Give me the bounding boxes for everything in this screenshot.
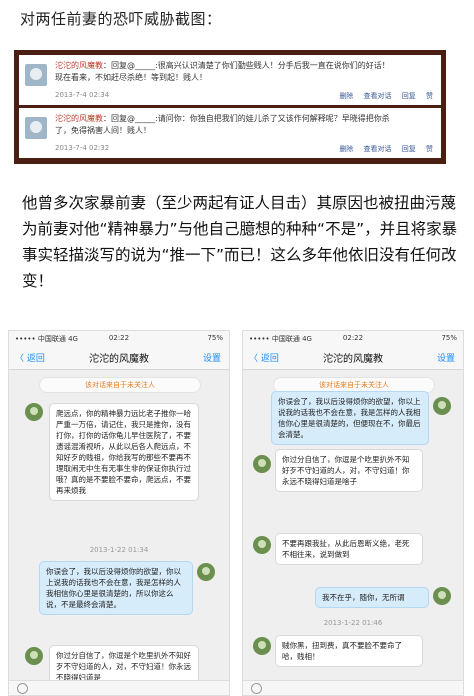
comment-author[interactable]: 沱沱的风魔教	[55, 114, 103, 123]
weibo-comment-panel: 沱沱的风魔教：回复@_____:很高兴认识清楚了你们勤些贱人！分手后我一直在说你…	[14, 50, 446, 164]
comment-text-cont: 了，免得祸害人间！贱人！	[55, 126, 151, 135]
comment-item: 沱沱的风魔教：回复@_____:很高兴认识清楚了你们勤些贱人！分手后我一直在说你…	[19, 55, 441, 105]
avatar[interactable]	[253, 637, 271, 655]
clock: 02:22	[342, 334, 364, 342]
chat-title: 沱沱的风魔教	[323, 354, 383, 365]
status-bar: ••••• 中国联通 4G 02:22 75%	[9, 331, 229, 345]
nav-bar: 〈 返回 沱沱的风魔教 设置	[243, 345, 463, 370]
comment-actions[interactable]: 删除 查看对话 回复 赞	[339, 91, 433, 101]
stranger-notice: 该对话来自于未关注人	[39, 377, 201, 393]
avatar[interactable]	[433, 397, 451, 415]
comment-item: 沱沱的风魔教：回复@_____:请问你：你独自把我们的娃儿杀了又该作何解释呢？早…	[19, 108, 441, 158]
comment-actions[interactable]: 删除 查看对话 回复 赞	[339, 144, 433, 154]
message-bubble-incoming: 贼你黑，扭到费，真不要脸不要命了哈，贱相！	[275, 635, 423, 667]
avatar[interactable]	[25, 64, 47, 86]
avatar[interactable]	[25, 647, 43, 665]
chat-title: 沱沱的风魔教	[89, 354, 149, 365]
battery-label: 75%	[207, 334, 223, 342]
nav-bar: 〈 返回 沱沱的风魔教 设置	[9, 345, 229, 370]
chat-screenshot-left: ••••• 中国联通 4G 02:22 75% 〈 返回 沱沱的风魔教 设置 该…	[8, 330, 230, 696]
message-bubble-incoming: 爬远点，你的精神暴力远比老子推你一哈严重一万倍，请记住，我只是推你，没有打你，打…	[49, 403, 199, 501]
battery-label: 75%	[441, 334, 457, 342]
timestamp: 2013-1-22 01:34	[89, 546, 149, 554]
comment-date: 2013-7-4 02:34	[55, 91, 110, 99]
avatar[interactable]	[25, 117, 47, 139]
input-bar[interactable]	[243, 680, 463, 695]
avatar[interactable]	[25, 403, 43, 421]
article-paragraph: 他曾多次家暴前妻（至少两起有证人目击）其原因也被扭曲污蔑为前妻对他“精神暴力”与…	[22, 194, 458, 290]
input-bar[interactable]	[9, 680, 229, 695]
message-bubble-outgoing: 你误会了，我以后没得烦你的欲望，你以上说我的话我也不会在意，我是怎样的人我相信你…	[39, 561, 193, 615]
avatar[interactable]	[253, 455, 271, 473]
voice-icon[interactable]	[251, 683, 262, 694]
clock: 02:22	[108, 334, 130, 342]
page-heading: 对两任前妻的恐吓威胁截图：	[20, 10, 222, 28]
message-bubble-outgoing: 你误会了，我以后没得烦你的欲望，你以上说我的话我也不会在意，我是怎样的人我相信你…	[271, 391, 429, 445]
timestamp: 2013-1-22 01:46	[323, 619, 383, 627]
comment-text: 沱沱的风魔教：回复@_____:请问你：你独自把我们的娃儿杀了又该作何解释呢？早…	[55, 114, 390, 123]
voice-icon[interactable]	[17, 683, 28, 694]
message-bubble-incoming: 你过分自信了，你逗是个吃里扒外不知好歹不守妇道的人，对，不守妇道！你永远不晓得妇…	[275, 449, 423, 492]
status-bar: ••••• 中国联通 4G 02:22 75%	[243, 331, 463, 345]
avatar[interactable]	[433, 587, 451, 605]
avatar[interactable]	[197, 563, 215, 581]
comment-author[interactable]: 沱沱的风魔教	[55, 61, 103, 70]
comment-text: 沱沱的风魔教：回复@_____:很高兴认识清楚了你们勤些贱人！分手后我一直在说你…	[55, 61, 390, 70]
chat-screenshot-right: ••••• 中国联通 4G 02:22 75% 〈 返回 沱沱的风魔教 设置 该…	[242, 330, 464, 696]
avatar[interactable]	[253, 536, 271, 554]
message-bubble-outgoing: 我不在乎，随你，无所谓	[315, 587, 429, 608]
settings-button[interactable]: 设置	[203, 351, 221, 364]
comment-text-cont: 现在看来，不如赶尽杀绝！等到起！贱人！	[55, 73, 207, 82]
message-bubble-incoming: 不要再跟我扯，从此后恩断义绝，老死不相往来，说到做到	[275, 533, 423, 565]
comment-date: 2013-7-4 02:32	[55, 144, 110, 152]
settings-button[interactable]: 设置	[437, 351, 455, 364]
